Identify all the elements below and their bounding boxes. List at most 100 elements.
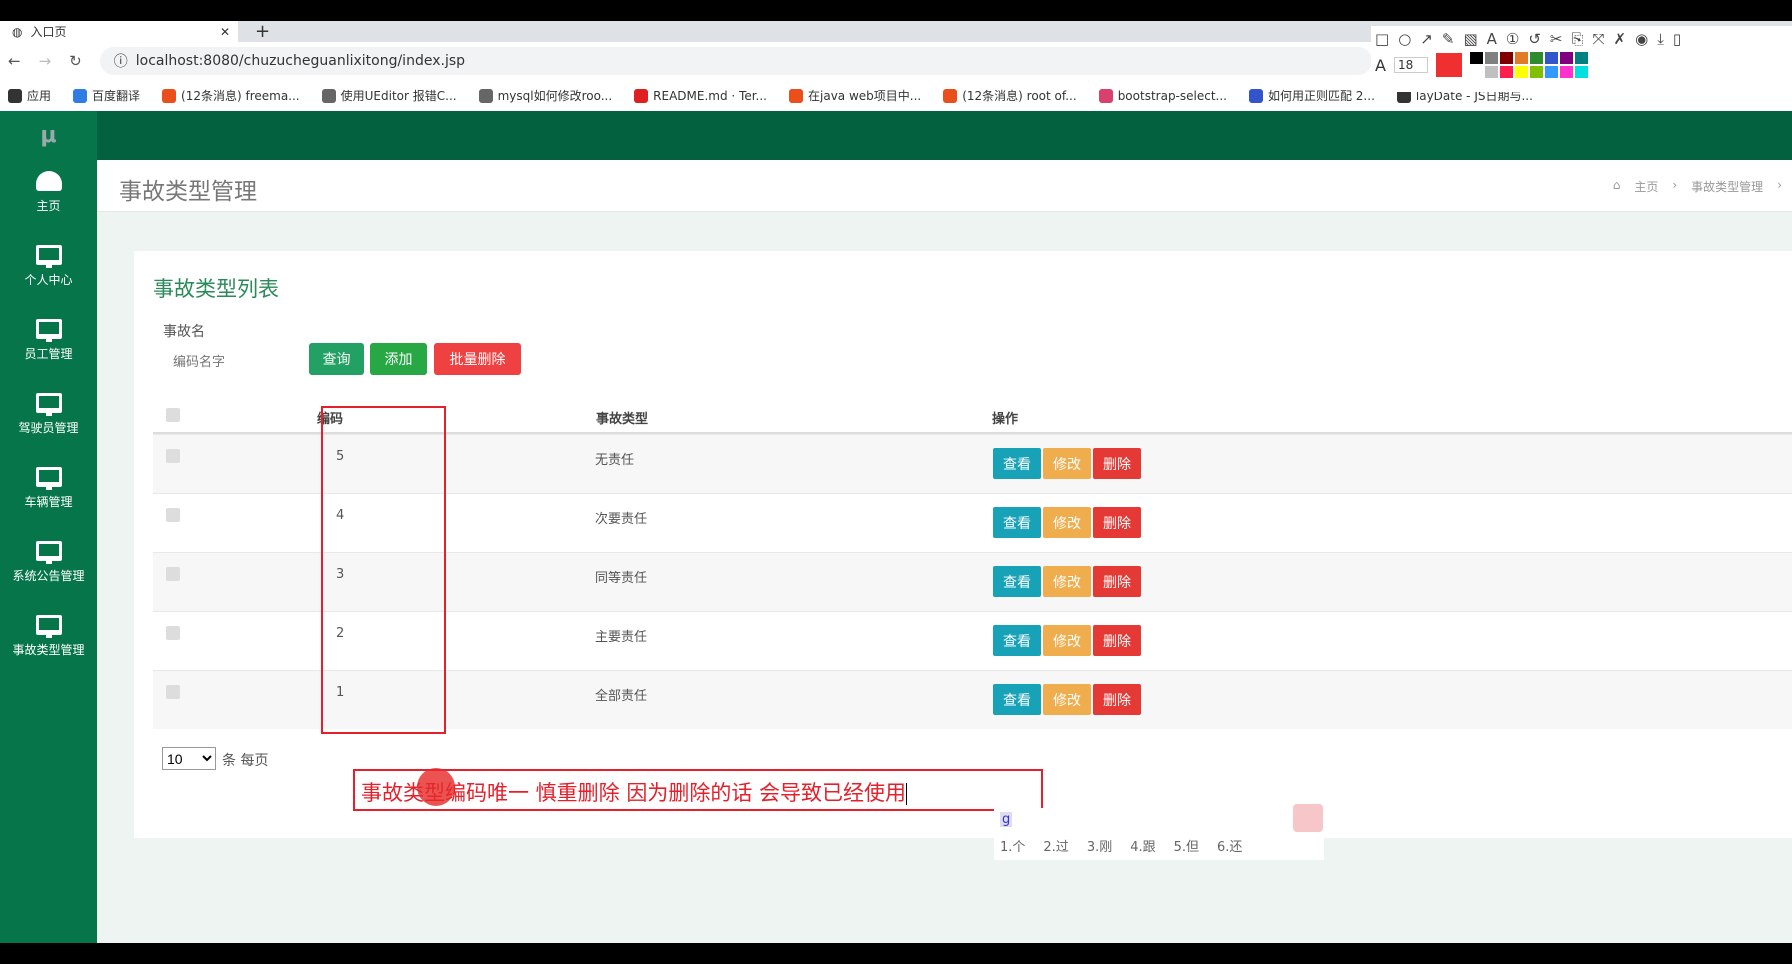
bookmark-label: mysql如何修改roo...	[497, 89, 613, 103]
row-checkbox[interactable]	[166, 508, 180, 522]
ime-input: g	[1000, 812, 1013, 827]
row-checkbox[interactable]	[166, 626, 180, 640]
color-swatch[interactable]	[1485, 66, 1499, 78]
color-swatch[interactable]	[1500, 52, 1514, 64]
bookmark-item[interactable]: (12条消息) root of...	[943, 87, 1077, 104]
add-button[interactable]: 添加	[370, 343, 427, 375]
back-icon[interactable]: ←	[8, 52, 21, 70]
bookmark-item[interactable]: (12条消息) freema...	[162, 87, 300, 104]
bookmark-item[interactable]: 应用	[8, 87, 51, 104]
view-button[interactable]: 查看	[993, 448, 1041, 479]
arrow-icon[interactable]: ↗	[1420, 30, 1433, 48]
delete-button[interactable]: 删除	[1093, 625, 1141, 656]
edit-button[interactable]: 修改	[1043, 684, 1091, 715]
color-swatch[interactable]	[1545, 66, 1559, 78]
url-field[interactable]: ⓘ localhost:8080/chuzucheguanlixitong/ind…	[99, 47, 1372, 75]
accident-name-input[interactable]	[163, 347, 303, 375]
forward-icon[interactable]: →	[39, 52, 52, 70]
row-checkbox[interactable]	[166, 685, 180, 699]
text-icon[interactable]: A	[1487, 30, 1497, 48]
cut-icon[interactable]: ✂	[1550, 30, 1563, 48]
bookmark-item[interactable]: 百度翻译	[73, 87, 140, 104]
monitor-icon	[35, 467, 62, 490]
color-swatch[interactable]	[1575, 66, 1589, 78]
view-button[interactable]: 查看	[993, 625, 1041, 656]
color-swatch[interactable]	[1530, 66, 1544, 78]
save-icon[interactable]: ▯	[1673, 30, 1681, 48]
edit-button[interactable]: 修改	[1043, 566, 1091, 597]
font-size-select[interactable]: 18	[1393, 57, 1429, 73]
color-swatch[interactable]	[1500, 66, 1514, 78]
reload-icon[interactable]: ↻	[69, 52, 82, 70]
delete-button[interactable]: 删除	[1093, 684, 1141, 715]
select-all-checkbox[interactable]	[166, 408, 180, 422]
expand-icon[interactable]: ⤧	[1593, 30, 1605, 48]
bookmark-item[interactable]: 如何用正则匹配 2...	[1248, 87, 1375, 104]
view-button[interactable]: 查看	[993, 684, 1041, 715]
close-tab-icon[interactable]: ✕	[220, 25, 230, 39]
breadcrumb-home[interactable]: 主页	[1634, 178, 1658, 195]
ime-candidate[interactable]: 3.刚	[1087, 836, 1112, 855]
circle-icon[interactable]: ○	[1398, 30, 1411, 48]
color-swatch[interactable]	[1515, 52, 1529, 64]
browser-tab[interactable]: ◍ 入口页 ✕	[0, 21, 238, 42]
row-checkbox[interactable]	[166, 567, 180, 581]
color-swatch[interactable]	[1575, 52, 1589, 64]
row-checkbox[interactable]	[166, 449, 180, 463]
color-swatch[interactable]	[1545, 52, 1559, 64]
copy-icon[interactable]: ⎘	[1572, 30, 1584, 48]
color-swatch[interactable]	[1470, 52, 1484, 64]
sidebar-item[interactable]: 个人中心	[0, 245, 97, 317]
sidebar-item[interactable]: 员工管理	[0, 319, 97, 391]
bookmark-item[interactable]: mysql如何修改roo...	[478, 87, 613, 104]
sidebar-item[interactable]: 事故类型管理	[0, 615, 97, 687]
color-swatch[interactable]	[1515, 66, 1529, 78]
edit-button[interactable]: 修改	[1043, 507, 1091, 538]
bookmark-icon	[634, 88, 649, 103]
bookmark-item[interactable]: 在java web项目中...	[789, 87, 921, 104]
mosaic-icon[interactable]: ▧	[1463, 30, 1477, 48]
record-icon[interactable]: ◉	[1635, 30, 1648, 48]
bookmark-item[interactable]: bootstrap-select...	[1098, 88, 1227, 103]
sidebar-item[interactable]: 驾驶员管理	[0, 393, 97, 465]
rectangle-icon[interactable]: □	[1375, 30, 1389, 48]
bookmark-icon	[478, 88, 493, 103]
ime-logo-icon	[1293, 804, 1323, 832]
ime-candidate[interactable]: 1.个	[1000, 836, 1025, 855]
sidebar-item[interactable]: 车辆管理	[0, 467, 97, 539]
edit-button[interactable]: 修改	[1043, 448, 1091, 479]
ime-candidate[interactable]: 2.过	[1043, 836, 1068, 855]
color-swatch[interactable]	[1560, 52, 1574, 64]
ime-candidate[interactable]: 4.跟	[1130, 836, 1155, 855]
ime-candidate[interactable]: 5.但	[1174, 836, 1199, 855]
pencil-icon[interactable]: ✎	[1442, 30, 1455, 48]
annotation-text-box[interactable]: 事故类型编码唯一 慎重删除 因为删除的话 会导致已经使用	[353, 769, 1043, 811]
color-swatch[interactable]	[1470, 66, 1484, 78]
delete-button[interactable]: 删除	[1093, 448, 1141, 479]
color-swatch[interactable]	[1530, 52, 1544, 64]
bookmark-label: (12条消息) root of...	[962, 89, 1077, 103]
bookmark-item[interactable]: README.md · Ter...	[634, 88, 767, 103]
page-size-select[interactable]: 10	[162, 747, 216, 770]
bookmark-item[interactable]: 使用UEditor 报错C...	[321, 87, 457, 104]
sidebar-item[interactable]: 主页	[0, 171, 97, 243]
active-color-swatch[interactable]	[1436, 53, 1463, 77]
color-swatch[interactable]	[1485, 52, 1499, 64]
pin-icon[interactable]: ✗	[1614, 30, 1627, 48]
sidebar-item[interactable]: 系统公告管理	[0, 541, 97, 613]
header-type: 事故类型	[596, 412, 649, 427]
edit-button[interactable]: 修改	[1043, 625, 1091, 656]
undo-icon[interactable]: ↺	[1528, 30, 1541, 48]
download-icon[interactable]: ⤓	[1657, 30, 1664, 48]
delete-button[interactable]: 删除	[1093, 507, 1141, 538]
view-button[interactable]: 查看	[993, 507, 1041, 538]
batch-delete-button[interactable]: 批量删除	[434, 343, 521, 375]
new-tab-button[interactable]: +	[255, 21, 270, 42]
delete-button[interactable]: 删除	[1093, 566, 1141, 597]
breadcrumb-current: 事故类型管理	[1691, 180, 1764, 194]
search-button[interactable]: 查询	[309, 343, 364, 375]
view-button[interactable]: 查看	[993, 566, 1041, 597]
ime-candidate[interactable]: 6.还	[1217, 836, 1242, 855]
number-icon[interactable]: ①	[1506, 30, 1519, 48]
color-swatch[interactable]	[1560, 66, 1574, 78]
